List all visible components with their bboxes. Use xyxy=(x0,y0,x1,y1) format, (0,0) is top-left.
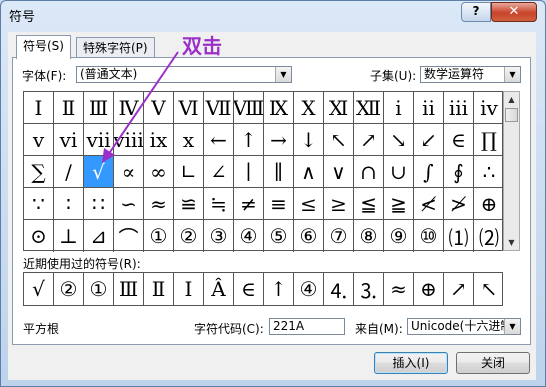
annotation-arrow xyxy=(102,51,179,163)
tab-symbols[interactable]: 符号(S) xyxy=(16,35,71,59)
